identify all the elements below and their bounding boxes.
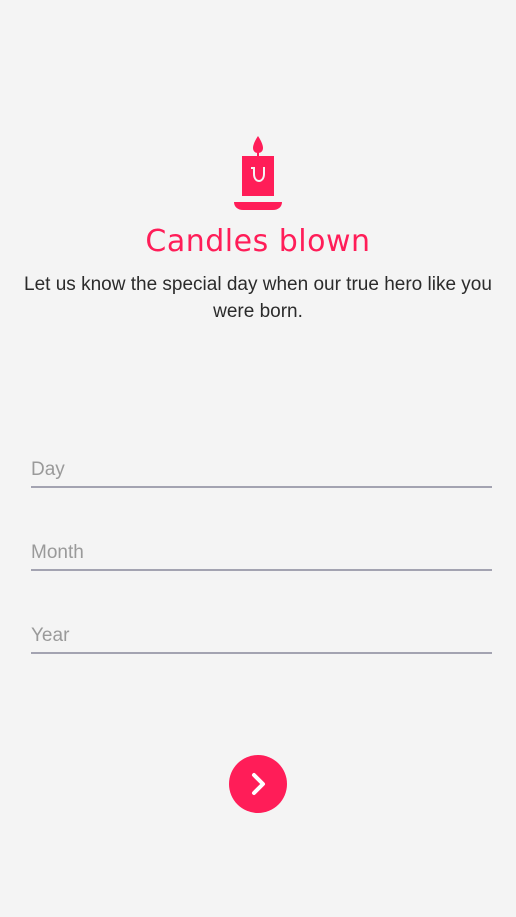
- page-subtitle: Let us know the special day when our tru…: [24, 274, 492, 322]
- birthday-screen: Candles blown Let us know the special da…: [0, 0, 516, 917]
- month-field[interactable]: [31, 537, 492, 571]
- day-field[interactable]: [31, 454, 492, 488]
- candle-icon: [234, 136, 282, 210]
- page-title: Candles blown: [145, 224, 371, 259]
- next-button[interactable]: [229, 755, 287, 813]
- chevron-right-icon: [252, 773, 265, 795]
- year-field[interactable]: [31, 620, 492, 654]
